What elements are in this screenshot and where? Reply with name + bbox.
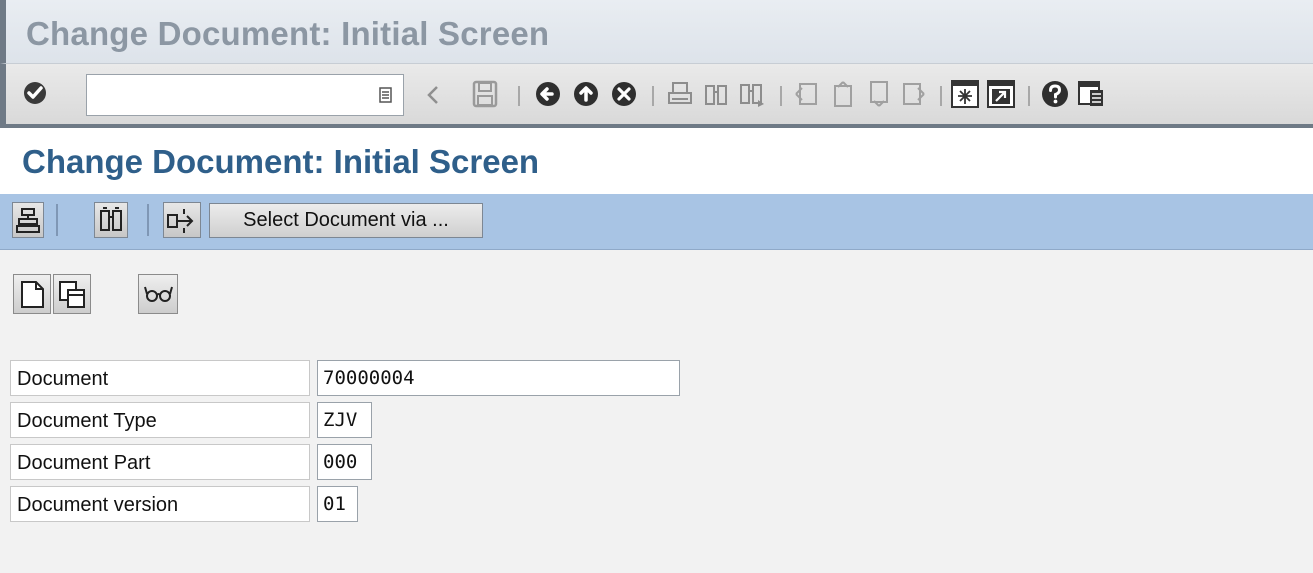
copy-document-icon <box>59 281 85 308</box>
next-page-icon[interactable] <box>864 80 892 108</box>
document-number-field[interactable]: 70000004 <box>317 360 680 396</box>
toolbar-separator <box>652 86 654 106</box>
toolbar-separator <box>1028 86 1030 106</box>
command-field[interactable] <box>86 74 404 116</box>
save-icon[interactable] <box>472 80 498 108</box>
application-toolbar: Select Document via ... <box>0 194 1313 250</box>
back-icon[interactable] <box>534 80 562 108</box>
customize-layout-icon[interactable] <box>1076 79 1106 109</box>
find-icon[interactable] <box>702 80 730 108</box>
exit-icon[interactable] <box>572 80 600 108</box>
find-button[interactable] <box>94 202 128 238</box>
last-page-icon[interactable] <box>900 80 928 108</box>
document-part-field[interactable]: 000 <box>317 444 372 480</box>
display-glasses-icon <box>144 286 173 302</box>
page-title: Change Document: Initial Screen <box>22 143 540 180</box>
help-icon[interactable] <box>1040 79 1070 109</box>
document-version-label: Document version <box>10 486 310 522</box>
document-type-label: Document Type <box>10 402 310 438</box>
cancel-icon[interactable] <box>610 80 638 108</box>
screen-title-area: Change Document: Initial Screen <box>0 128 1313 194</box>
toolbar-separator <box>518 86 520 106</box>
previous-page-icon[interactable] <box>828 80 856 108</box>
display-button[interactable] <box>138 274 178 314</box>
command-dropdown-icon[interactable] <box>379 87 393 104</box>
find-icon <box>100 207 122 231</box>
new-document-icon <box>21 281 44 308</box>
toolbar-separator <box>147 204 149 236</box>
toolbar-separator <box>940 86 942 106</box>
previous-arrow-icon[interactable] <box>426 84 440 106</box>
print-icon[interactable] <box>666 80 694 108</box>
find-next-icon[interactable] <box>738 80 766 108</box>
transfer-icon <box>167 209 194 233</box>
toolbar-separator <box>56 204 58 236</box>
document-label: Document <box>10 360 310 396</box>
main-content: Document 70000004 Document Type ZJV Docu… <box>0 251 1313 573</box>
select-document-via-button[interactable]: Select Document via ... <box>209 203 483 238</box>
new-document-button[interactable] <box>13 274 51 314</box>
copy-document-button[interactable] <box>53 274 91 314</box>
enter-check-icon[interactable] <box>22 80 48 106</box>
transfer-button[interactable] <box>163 202 201 238</box>
window-title: Change Document: Initial Screen <box>26 15 550 52</box>
document-version-field[interactable]: 01 <box>317 486 358 522</box>
window-title-bar: Change Document: Initial Screen <box>0 0 1313 64</box>
document-part-label: Document Part <box>10 444 310 480</box>
hierarchy-icon <box>16 208 40 233</box>
toolbar-separator <box>780 86 782 106</box>
shortcut-icon[interactable] <box>986 79 1016 109</box>
standard-toolbar <box>0 64 1313 128</box>
hierarchy-button[interactable] <box>12 202 44 238</box>
create-session-icon[interactable] <box>950 79 980 109</box>
document-type-field[interactable]: ZJV <box>317 402 372 438</box>
first-page-icon[interactable] <box>792 80 820 108</box>
